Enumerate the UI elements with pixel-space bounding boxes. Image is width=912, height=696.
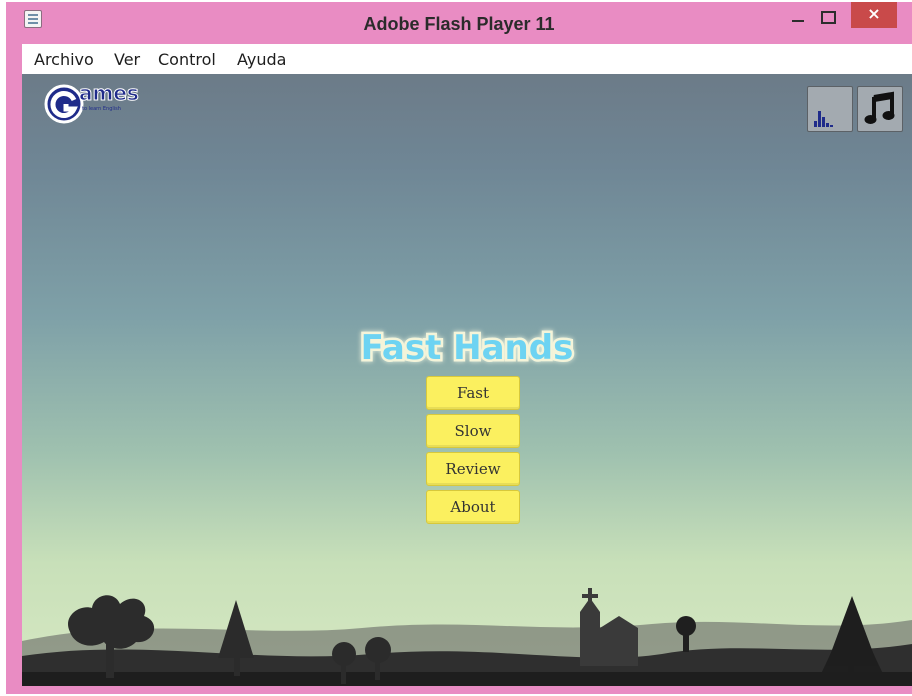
menu-ver[interactable]: Ver [114,50,140,69]
menu-control[interactable]: Control [158,50,216,69]
logo-tagline: to learn English [82,106,121,112]
menu-bar: Archivo Ver Control Ayuda [22,44,912,75]
music-note-icon [864,91,895,124]
game-title: Fast Hands [352,324,582,374]
menu-ayuda[interactable]: Ayuda [237,50,286,69]
game-stage: ames to learn English Fast Hands Fast Sl… [22,74,912,686]
close-button[interactable]: × [851,2,897,28]
flash-player-window: Adobe Flash Player 11 × Archivo Ver Cont… [6,2,912,694]
landscape-silhouette [22,588,912,686]
games-logo: ames to learn English [42,81,142,128]
game-title-text: Fast Hands [361,328,574,368]
maximize-button[interactable] [816,6,842,30]
menu-archivo[interactable]: Archivo [34,50,94,69]
music-toggle-button[interactable] [857,86,903,132]
window-title: Adobe Flash Player 11 [363,14,555,34]
quality-bars-icon [814,111,833,127]
title-bar[interactable]: Adobe Flash Player 11 × [6,2,912,44]
review-button[interactable]: Review [426,452,520,486]
minimize-button[interactable] [786,6,812,30]
quality-toggle-button[interactable] [807,86,853,132]
about-button[interactable]: About [426,490,520,524]
fast-button[interactable]: Fast [426,376,520,410]
games-logo-graphic: ames to learn English [44,81,139,124]
logo-text: ames [79,82,139,105]
close-icon: × [867,4,881,23]
game-title-graphic: Fast Hands [358,326,576,371]
slow-button[interactable]: Slow [426,414,520,448]
